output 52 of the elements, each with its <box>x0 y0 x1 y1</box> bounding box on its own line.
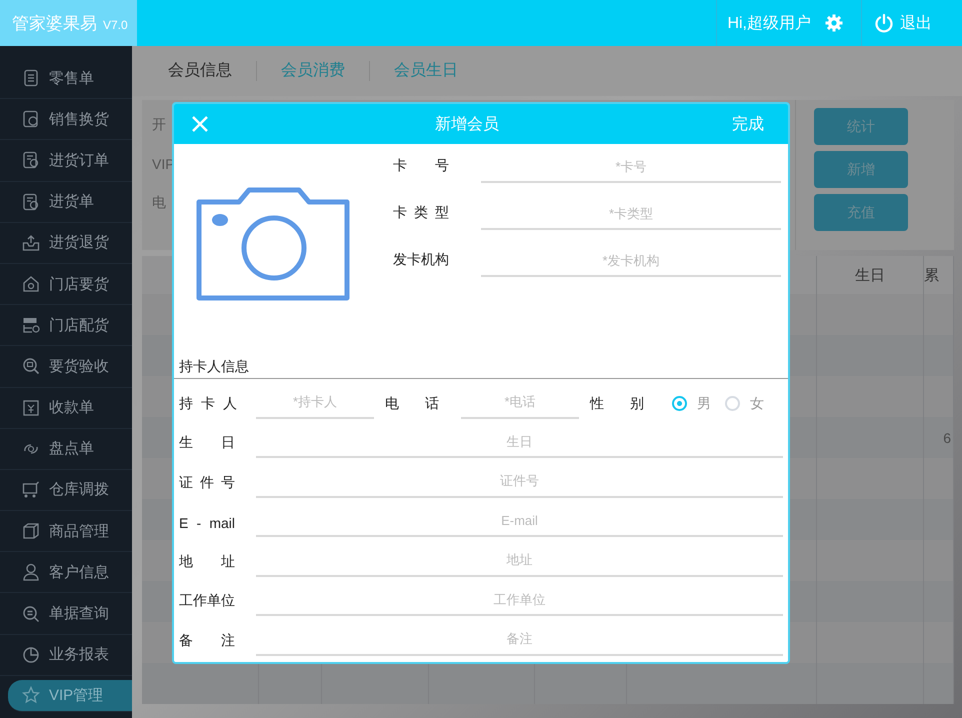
input-field[interactable]: 生日 <box>256 426 783 458</box>
input-field[interactable]: E-mail <box>256 505 783 537</box>
magnifier-icon <box>22 604 40 623</box>
pie-chart-icon <box>22 646 40 664</box>
input-field[interactable]: 备注 <box>256 624 783 656</box>
close-icon <box>190 114 210 134</box>
house-icon <box>22 275 40 294</box>
sidebar-item[interactable]: VIP管理 <box>8 680 132 712</box>
input-field[interactable]: *电话 <box>461 386 579 418</box>
person-icon <box>22 563 40 582</box>
field-label: 性别 <box>590 394 644 412</box>
tray-icon <box>22 234 40 252</box>
input-field[interactable]: 工作单位 <box>256 584 783 616</box>
document-icon <box>22 110 40 128</box>
input-field[interactable]: *发卡机构 <box>481 245 781 277</box>
field-label: 生日 <box>179 434 235 452</box>
input-field[interactable]: *卡号 <box>481 151 781 183</box>
field-label: 地址 <box>179 552 235 570</box>
cart-icon <box>22 480 40 499</box>
app-name: 管家婆果易 <box>12 13 97 35</box>
field-label: 证件号 <box>179 474 235 492</box>
box-icon <box>22 522 40 540</box>
filter-label: 电 <box>152 194 166 212</box>
field-label: 持卡人 <box>179 394 237 412</box>
close-button[interactable] <box>190 114 210 134</box>
tab[interactable]: 会员信息 <box>144 61 257 81</box>
field-label: 卡号 <box>393 157 449 175</box>
magnifier-icon <box>22 357 40 376</box>
power-icon <box>874 13 894 33</box>
user-greeting: Hi,超级用户 <box>727 14 811 34</box>
field-label: 发卡机构 <box>393 251 449 269</box>
document-icon <box>22 69 40 88</box>
radio-option[interactable]: 男 <box>672 394 711 418</box>
document-icon <box>22 151 40 170</box>
receipt-icon <box>22 398 40 417</box>
input-field[interactable]: 地址 <box>256 544 783 576</box>
input-field[interactable]: *卡类型 <box>481 198 781 230</box>
dialog-title: 新增会员 <box>434 114 500 134</box>
app-version: V7.0 <box>103 18 128 32</box>
document-icon <box>22 192 40 211</box>
field-label: E - mail <box>179 515 235 533</box>
star-icon <box>22 686 40 704</box>
input-field[interactable]: *持卡人 <box>256 386 374 418</box>
section-title: 持卡人信息 <box>174 358 788 379</box>
field-label: 工作单位 <box>179 592 235 610</box>
field-label: 备注 <box>179 632 235 650</box>
filter-label: 开 <box>152 116 166 134</box>
radio-option[interactable]: 女 <box>725 394 764 418</box>
field-label: 卡类型 <box>393 204 449 222</box>
settings-icon[interactable] <box>825 14 843 32</box>
input-field[interactable]: 证件号 <box>256 466 783 498</box>
field-label: 电话 <box>385 394 439 412</box>
